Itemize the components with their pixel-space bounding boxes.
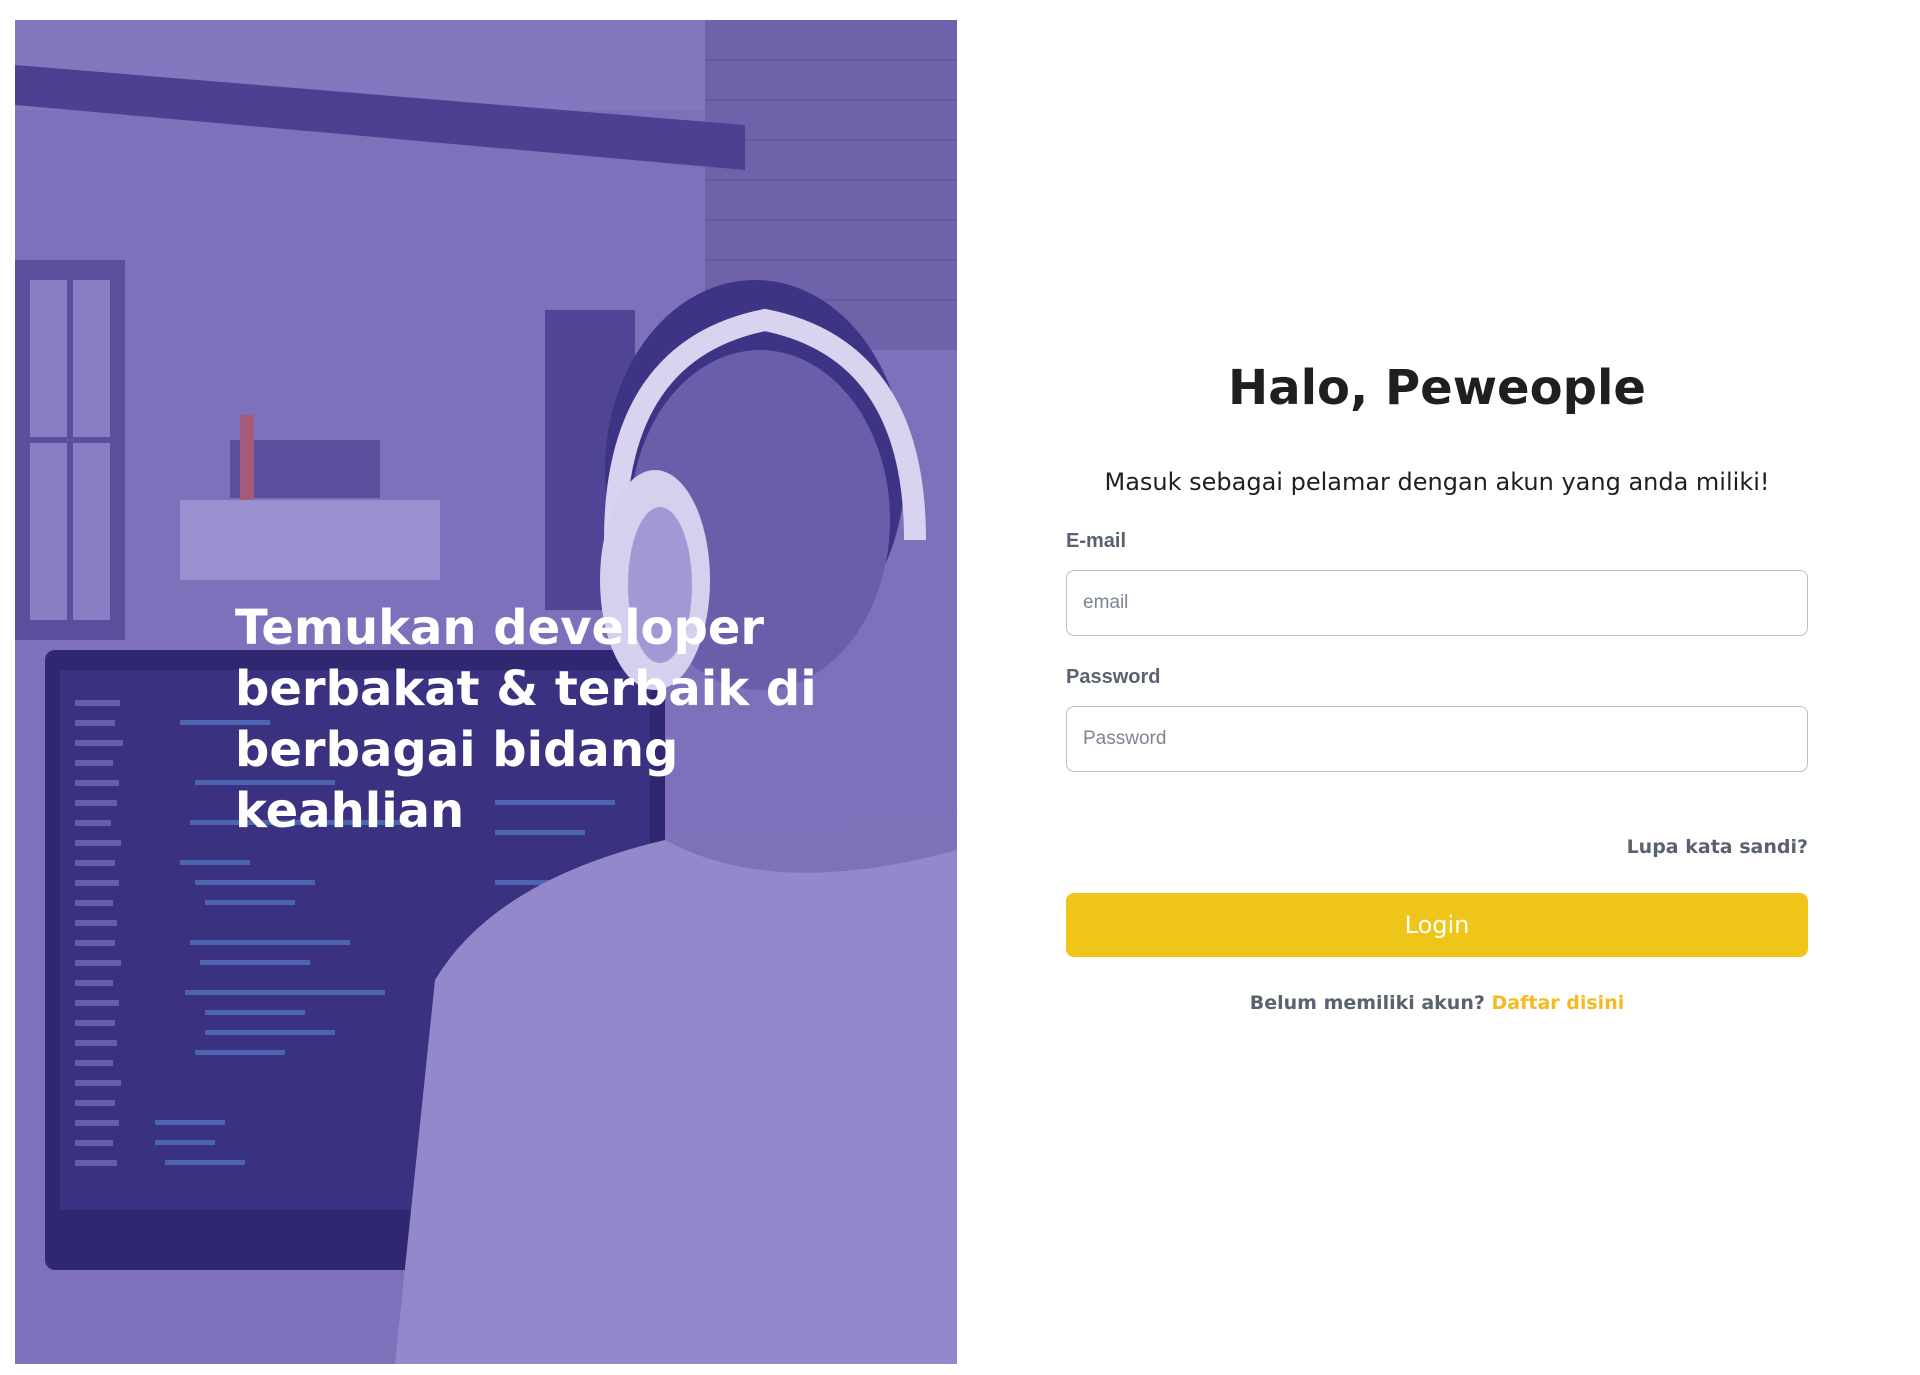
hero-tagline-line1: Temukan developer (235, 600, 765, 656)
hero-tagline-line2: berbakat & terbaik di (235, 661, 817, 717)
email-label: E-mail (1066, 530, 1127, 552)
page-title: Halo, Peweople (1228, 360, 1646, 416)
register-prompt-text: Belum memiliki akun? (1249, 992, 1485, 1014)
hero-tagline: Temukan developer berbakat & terbaik di … (235, 598, 875, 842)
email-field[interactable] (1066, 570, 1808, 636)
hero-panel: Temukan developer berbakat & terbaik di … (15, 20, 957, 1364)
page-subtitle: Masuk sebagai pelamar dengan akun yang a… (1104, 468, 1770, 496)
login-page: Temukan developer berbakat & terbaik di … (0, 0, 1920, 1375)
login-form-panel: Halo, Peweople Masuk sebagai pelamar den… (1066, 0, 1808, 1375)
login-button[interactable]: Login (1066, 893, 1808, 957)
hero-tagline-line3: berbagai bidang keahlian (235, 722, 679, 839)
password-label: Password (1066, 666, 1161, 688)
password-field[interactable] (1066, 706, 1808, 772)
forgot-password-link[interactable]: Lupa kata sandi? (1627, 836, 1808, 858)
register-link[interactable]: Daftar disini (1492, 992, 1625, 1014)
register-prompt-line: Belum memiliki akun? Daftar disini (1066, 992, 1808, 1014)
